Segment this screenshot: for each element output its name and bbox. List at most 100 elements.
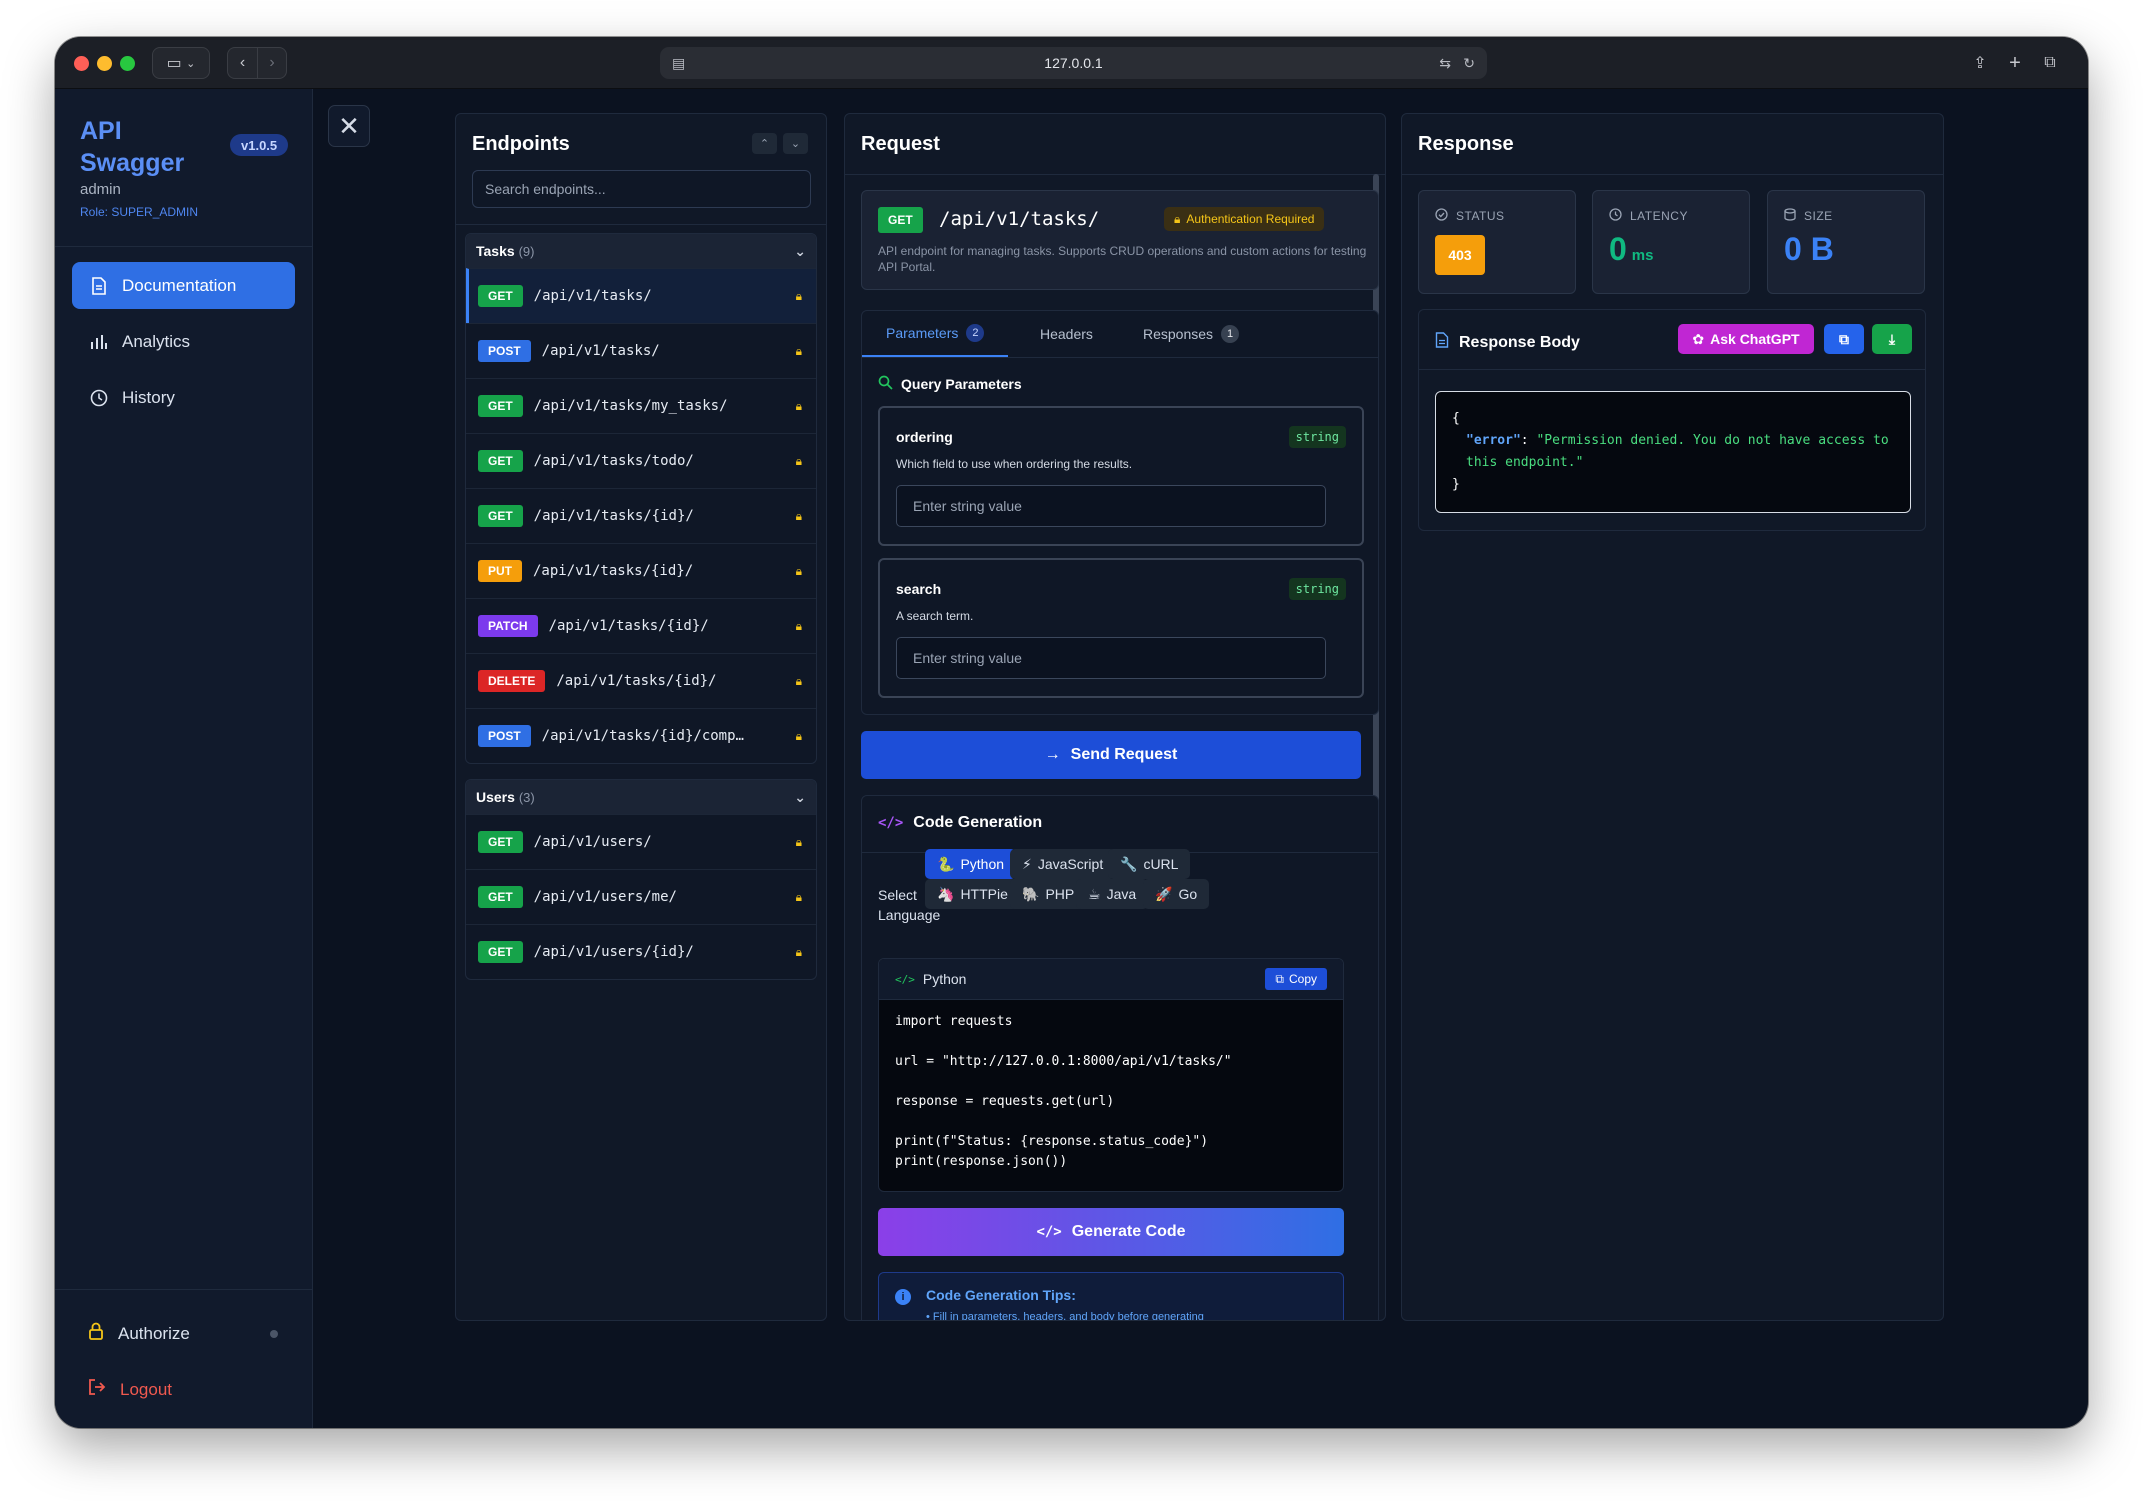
authorize-button[interactable]: Authorize	[88, 1322, 190, 1345]
chevron-down-icon: ⌄	[790, 138, 801, 150]
endpoint-row[interactable]: GET/api/v1/tasks/todo/ 🔒︎	[466, 433, 816, 488]
collapse-all-button[interactable]: ⌃	[752, 133, 777, 154]
method-badge: GET	[478, 505, 523, 527]
forward-button[interactable]: ›	[257, 47, 287, 79]
endpoint-search-input[interactable]: Search endpoints...	[472, 170, 811, 208]
logout-button[interactable]: Logout	[88, 1378, 172, 1401]
nav-documentation[interactable]: Documentation	[72, 262, 295, 309]
latency-value: 0	[1609, 231, 1627, 267]
json-open-brace: {	[1452, 411, 1460, 426]
search-param-input[interactable]: Enter string value	[896, 637, 1326, 679]
lock-icon: 🔒︎	[795, 834, 802, 849]
reload-icon[interactable]: ↻	[1463, 55, 1475, 72]
request-tabs: Parameters 2 Headers Responses 1 Query P…	[861, 310, 1379, 715]
endpoint-row[interactable]: GET/api/v1/users/me/ 🔒︎	[466, 869, 816, 924]
lock-icon: 🔒︎	[795, 343, 802, 358]
endpoint-path: /api/v1/tasks/{id}/	[533, 508, 694, 524]
send-request-button[interactable]: → Send Request	[861, 731, 1361, 779]
group-header-tasks[interactable]: Tasks (9) ⌄	[466, 234, 816, 268]
close-button[interactable]: ✕	[328, 105, 370, 147]
generate-label: Generate Code	[1071, 1223, 1186, 1240]
generate-code-button[interactable]: </> Generate Code	[878, 1208, 1344, 1256]
endpoint-row[interactable]: DELETE/api/v1/tasks/{id}/ 🔒︎	[466, 653, 816, 708]
method-badge: GET	[478, 450, 523, 472]
chevron-down-icon: ⌄	[794, 788, 806, 805]
new-tab-button[interactable]: +	[2000, 47, 2030, 79]
language-option-curl[interactable]: 🔧 cURL	[1108, 849, 1191, 879]
ask-chatgpt-button[interactable]: ✿ Ask ChatGPT	[1678, 324, 1814, 354]
ordering-input[interactable]: Enter string value	[896, 485, 1326, 527]
brand-title: API Swagger	[80, 117, 185, 177]
tab-count: 2	[966, 324, 985, 342]
method-badge: GET	[478, 831, 523, 853]
language-emoji-icon: 🚀	[1155, 885, 1173, 902]
translate-icon[interactable]: ⇆	[1439, 55, 1451, 72]
document-icon	[1435, 332, 1449, 353]
lock-icon: 🔒︎	[795, 944, 802, 959]
download-response-button[interactable]: ⤓	[1872, 324, 1912, 354]
tab-parameters[interactable]: Parameters 2	[862, 311, 1009, 357]
divider	[845, 174, 1385, 175]
search-icon	[878, 375, 893, 393]
language-option-php[interactable]: 🐘 PHP	[1010, 879, 1087, 909]
endpoint-row[interactable]: POST/api/v1/tasks/{id}/complet… 🔒︎	[466, 708, 816, 763]
endpoint-path: /api/v1/tasks/my_tasks/	[533, 398, 728, 414]
share-button[interactable]: ⇪	[1965, 47, 1995, 79]
page-icon: ▤	[672, 54, 686, 71]
size-label-row: SIZE	[1784, 208, 1833, 224]
endpoint-row[interactable]: POST/api/v1/tasks/ 🔒︎	[466, 323, 816, 378]
browser-window: ▭ ⌄ ‹ › ▤ 127.0.0.1 ⇆ ↻ ⇪ + ⧉ API Swagge…	[55, 37, 2088, 1428]
endpoint-row[interactable]: GET/api/v1/users/{id}/ 🔒︎	[466, 924, 816, 979]
chevron-down-icon: ⌄	[186, 57, 196, 70]
endpoint-path: /api/v1/users/me/	[533, 889, 677, 905]
method-badge: GET	[878, 207, 923, 233]
endpoint-row[interactable]: GET/api/v1/tasks/my_tasks/ 🔒︎	[466, 378, 816, 433]
minimize-window-button[interactable]	[97, 56, 112, 71]
tab-label: Parameters	[886, 325, 959, 341]
endpoint-row[interactable]: GET/api/v1/tasks/ 🔒︎	[466, 268, 816, 323]
lock-icon: 🔒︎	[795, 889, 802, 904]
maximize-window-button[interactable]	[120, 56, 135, 71]
nav-label: Documentation	[122, 275, 237, 295]
language-option-python[interactable]: 🐍 Python	[925, 849, 1017, 879]
language-option-javascript[interactable]: ⚡ JavaScript	[1010, 849, 1116, 879]
close-window-button[interactable]	[74, 56, 89, 71]
tab-responses[interactable]: Responses 1	[1143, 311, 1240, 357]
auth-label: Authentication Required	[1186, 212, 1315, 226]
size-value: 0 B	[1784, 231, 1834, 267]
language-emoji-icon: 🐍	[937, 855, 955, 872]
sidebar: API Swagger v1.0.5 admin Role: SUPER_ADM…	[55, 89, 313, 1428]
latency-card: LATENCY 0 ms	[1592, 190, 1750, 294]
endpoint-path: /api/v1/tasks/{id}/	[533, 563, 694, 579]
lock-icon: 🔒︎	[795, 398, 802, 413]
endpoint-path: /api/v1/tasks/{id}/	[548, 618, 709, 634]
code-language-label: Python	[922, 971, 967, 987]
language-option-java[interactable]: ☕ Java	[1076, 879, 1149, 909]
copy-code-button[interactable]: ⧉ Copy	[1265, 968, 1327, 990]
tab-headers[interactable]: Headers	[1040, 311, 1093, 357]
lock-icon: 🔒︎	[795, 508, 802, 523]
ask-chatgpt-label: Ask ChatGPT	[1710, 331, 1800, 347]
address-bar[interactable]: ▤ 127.0.0.1 ⇆ ↻	[660, 47, 1487, 79]
endpoint-row[interactable]: PATCH/api/v1/tasks/{id}/ 🔒︎	[466, 598, 816, 653]
group-header-users[interactable]: Users (3) ⌄	[466, 780, 816, 814]
endpoint-row[interactable]: PUT/api/v1/tasks/{id}/ 🔒︎	[466, 543, 816, 598]
nav-analytics[interactable]: Analytics	[72, 318, 295, 365]
copy-response-button[interactable]: ⧉	[1824, 324, 1864, 354]
title-bar: ▭ ⌄ ‹ › ▤ 127.0.0.1 ⇆ ↻ ⇪ + ⧉	[55, 37, 2088, 89]
latency-label: LATENCY	[1630, 209, 1688, 223]
nav-history[interactable]: History	[72, 374, 295, 421]
param-description: A search term.	[896, 609, 974, 623]
endpoint-row[interactable]: GET/api/v1/users/ 🔒︎	[466, 814, 816, 869]
language-option-httpie[interactable]: 🦄 HTTPie	[925, 879, 1020, 909]
tabs-icon: ⧉	[2044, 54, 2056, 71]
method-badge: GET	[478, 395, 523, 417]
tab-overview-button[interactable]: ⧉	[2035, 47, 2065, 79]
expand-all-button[interactable]: ⌄	[783, 133, 808, 154]
back-button[interactable]: ‹	[227, 47, 257, 79]
language-option-go[interactable]: 🚀 Go	[1143, 879, 1210, 909]
endpoint-row[interactable]: GET/api/v1/tasks/{id}/ 🔒︎	[466, 488, 816, 543]
logout-icon	[88, 1378, 106, 1401]
param-name: search	[896, 581, 942, 597]
sidebar-toggle-button[interactable]: ▭ ⌄	[152, 47, 210, 79]
